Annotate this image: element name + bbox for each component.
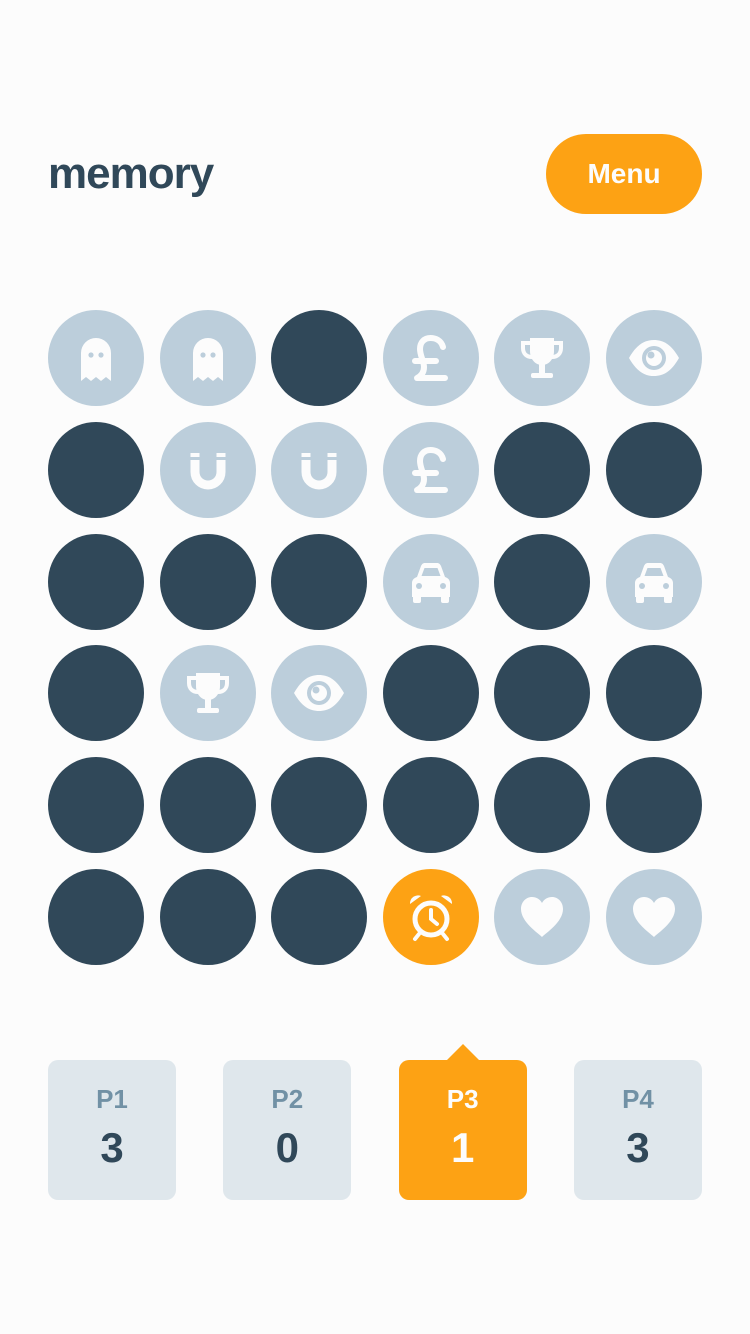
tile-matched	[605, 533, 702, 630]
tile-hidden[interactable]	[48, 757, 144, 854]
tile-hidden[interactable]	[494, 645, 591, 742]
player-score: 3	[626, 1124, 650, 1171]
tile-hidden[interactable]	[271, 868, 368, 965]
tile-matched	[159, 421, 256, 518]
tile-hidden[interactable]	[271, 757, 368, 854]
pound-sign-icon	[411, 446, 448, 493]
tile-matched	[271, 421, 368, 518]
tile-hidden[interactable]	[271, 310, 368, 406]
player-name: P2	[271, 1084, 304, 1114]
tile-hidden[interactable]	[382, 645, 479, 742]
magnet-icon	[301, 452, 337, 490]
tile-matched	[605, 310, 702, 406]
pound-sign-icon	[411, 335, 448, 381]
tile-hidden[interactable]	[382, 757, 479, 854]
tile-hidden[interactable]	[159, 533, 256, 630]
player-card-2: P2 0	[223, 1060, 352, 1200]
trophy-icon	[521, 338, 564, 378]
ghost-icon	[81, 338, 111, 381]
tile-hidden[interactable]	[605, 421, 702, 518]
player-name: P1	[96, 1084, 128, 1114]
car-icon	[411, 562, 450, 603]
tile-matched	[494, 868, 591, 965]
car-icon	[634, 562, 673, 603]
game-board	[48, 310, 702, 965]
tile-hidden[interactable]	[159, 868, 256, 965]
tile-matched	[159, 310, 256, 406]
tile-matched	[494, 310, 591, 406]
tile-matched	[382, 310, 479, 406]
trophy-icon	[186, 673, 229, 714]
eye-icon	[294, 675, 345, 712]
tile-matched	[382, 421, 479, 518]
logo: memory	[48, 149, 214, 198]
current-turn-indicator	[446, 1044, 479, 1060]
heart-icon	[521, 896, 564, 937]
tile-hidden[interactable]	[48, 868, 144, 965]
header: memory Menu	[48, 134, 702, 214]
tile-matched	[382, 533, 479, 630]
tile-hidden[interactable]	[494, 421, 591, 518]
tile-active	[382, 868, 479, 965]
player-card-1: P1 3	[48, 1060, 176, 1200]
magnet-icon	[190, 452, 226, 490]
player-score: 1	[450, 1124, 475, 1171]
tile-matched	[159, 645, 256, 742]
tile-hidden[interactable]	[48, 421, 144, 518]
tile-matched	[271, 645, 368, 742]
tile-hidden[interactable]	[48, 533, 144, 630]
eye-icon	[628, 340, 679, 376]
tile-hidden[interactable]	[494, 757, 591, 854]
tile-matched	[605, 868, 702, 965]
player-score: 0	[275, 1124, 299, 1171]
ghost-icon	[192, 338, 223, 381]
tile-hidden[interactable]	[605, 645, 702, 742]
player-card-4: P4 3	[573, 1060, 702, 1200]
player-score: 3	[100, 1124, 124, 1171]
alarm-clock-icon	[409, 895, 452, 941]
player-name: P3	[446, 1084, 479, 1114]
player-card-3: P3 1	[398, 1044, 527, 1200]
tile-hidden[interactable]	[494, 533, 591, 630]
tile-hidden[interactable]	[271, 533, 368, 630]
tile-matched	[48, 310, 144, 406]
player-scores: P1 3 P2 0 P3 1 P4 3	[48, 1044, 702, 1200]
tile-hidden[interactable]	[159, 757, 256, 854]
heart-icon	[632, 896, 675, 937]
tile-hidden[interactable]	[605, 757, 702, 854]
player-name: P4	[622, 1084, 654, 1114]
tile-hidden[interactable]	[48, 645, 144, 742]
menu-button[interactable]: Menu	[546, 134, 702, 214]
